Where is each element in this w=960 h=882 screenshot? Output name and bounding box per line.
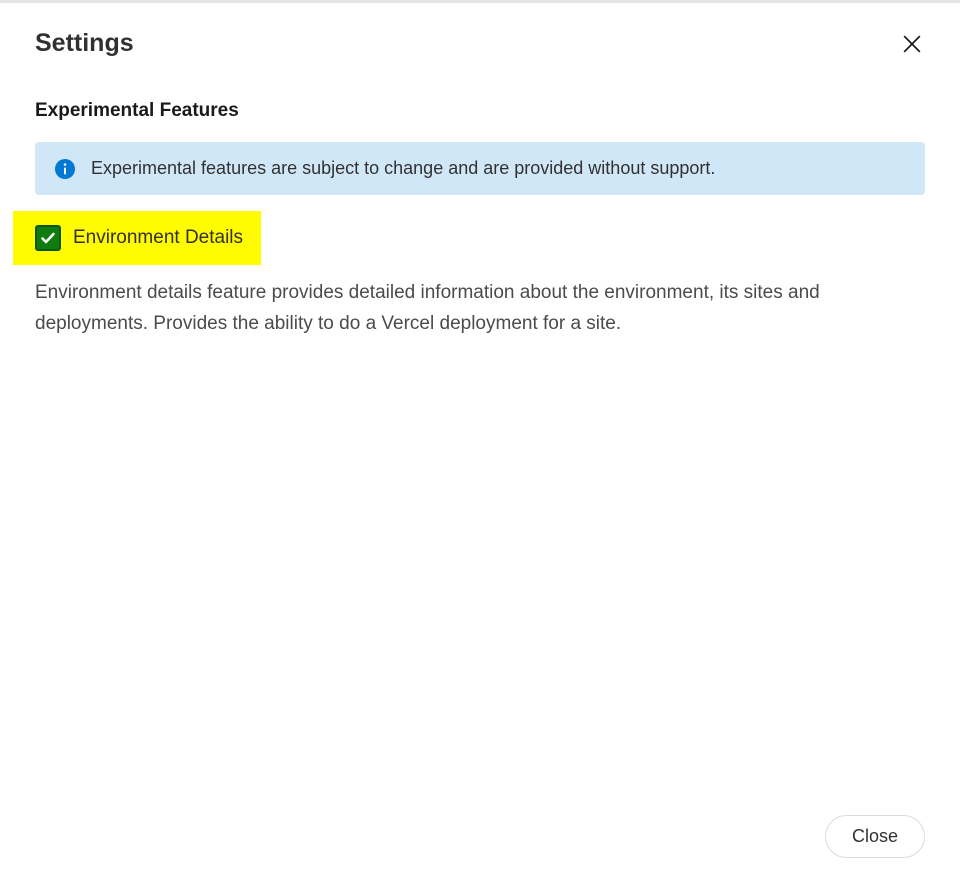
page-title: Settings	[35, 29, 134, 58]
info-banner-text: Experimental features are subject to cha…	[91, 158, 715, 179]
dialog-footer: Close	[825, 815, 925, 858]
feature-description: Environment details feature provides det…	[35, 277, 895, 340]
dialog-header: Settings	[35, 3, 925, 82]
environment-details-label: Environment Details	[73, 227, 243, 249]
environment-details-row: Environment Details	[13, 211, 261, 265]
environment-details-checkbox[interactable]	[35, 225, 61, 251]
close-button[interactable]: Close	[825, 815, 925, 858]
section-heading: Experimental Features	[35, 100, 925, 122]
info-banner: Experimental features are subject to cha…	[35, 142, 925, 195]
experimental-features-section: Experimental Features Experimental featu…	[35, 82, 925, 340]
info-icon	[55, 159, 75, 179]
close-icon[interactable]	[899, 31, 925, 57]
